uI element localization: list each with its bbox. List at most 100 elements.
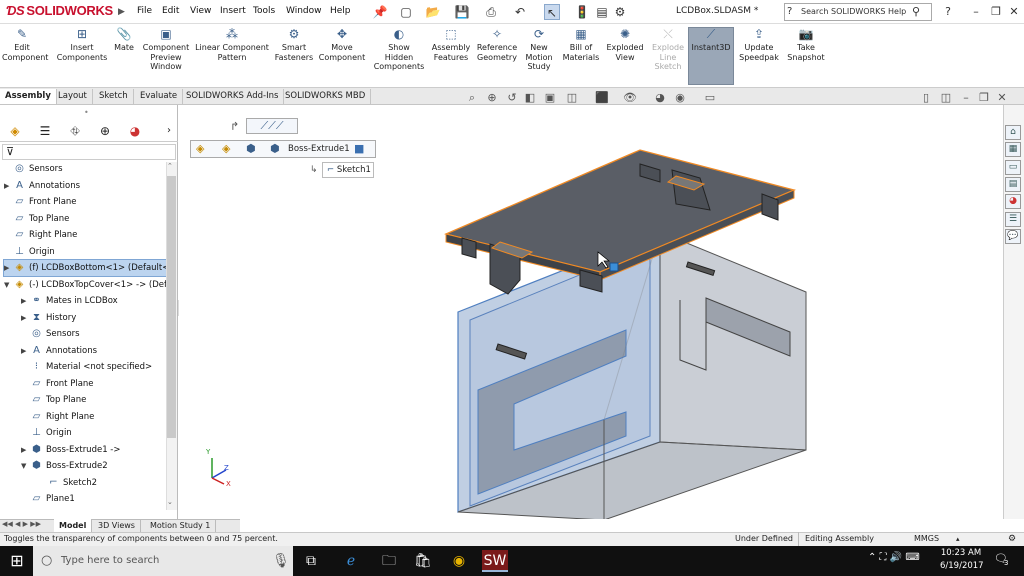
tree-item[interactable]: ▶ ⚭ Mates in LCDBox <box>21 293 166 309</box>
move-component-button[interactable]: ✥ Move Component <box>316 28 368 62</box>
print-icon[interactable]: ⎙ <box>483 4 499 20</box>
tray-icons[interactable]: ⌃ ⛶ 🔊 ⌨ <box>868 552 920 563</box>
home-icon[interactable]: ⌂ <box>1005 125 1021 140</box>
windows-start-icon[interactable]: ⊞ <box>4 550 30 572</box>
tree-item[interactable]: ▼ ◈ (-) LCDBoxTopCover<1> -> (Def <box>4 277 166 293</box>
expand-toggle-icon[interactable]: ▶ <box>21 310 30 326</box>
appearances-icon[interactable]: ◕ <box>1005 194 1021 209</box>
context-toolbar-arrow-icon[interactable]: ↱ <box>230 120 239 133</box>
component-preview-button[interactable]: ▣ Component Preview Window <box>140 28 192 72</box>
undo-icon[interactable]: ↶ <box>512 4 528 20</box>
help-menu-icon[interactable]: ? <box>940 4 956 20</box>
customize-status-icon[interactable]: ⚙ <box>1008 533 1016 545</box>
expand-toggle-icon[interactable]: ▶ <box>21 343 30 359</box>
take-snapshot-button[interactable]: 📷 Take Snapshot <box>784 28 828 62</box>
logo-menu-arrow-icon[interactable]: ▶ <box>118 7 125 17</box>
expand-toggle-icon[interactable]: ▼ <box>21 458 30 474</box>
tree-item[interactable]: ▶ ⧗ History <box>21 310 166 326</box>
breadcrumb-sketch[interactable]: ⌐ Sketch1 <box>322 162 374 178</box>
zoom-area-icon[interactable]: ⊕ <box>484 92 500 104</box>
forum-icon[interactable]: 💬 <box>1005 229 1021 244</box>
file-properties-icon[interactable]: ▤ <box>594 4 610 20</box>
tree-item[interactable]: ▱ Right Plane <box>21 409 166 425</box>
assembly-features-button[interactable]: ⬚ Assembly Features <box>428 28 474 62</box>
edge-browser-icon[interactable]: ℯ <box>338 550 364 572</box>
mate-button[interactable]: 📎 Mate <box>112 28 136 53</box>
viewport-minimize-icon[interactable]: – <box>958 92 974 104</box>
graphics-viewport[interactable]: Y Z X <box>179 105 1003 521</box>
minimize-window-icon[interactable]: – <box>968 4 984 20</box>
task-view-icon[interactable]: ⧉ <box>298 550 324 572</box>
scroll-up-icon[interactable]: ⌃ <box>167 162 173 170</box>
tab-layout[interactable]: Layout <box>53 89 93 104</box>
bill-of-materials-button[interactable]: ▦ Bill of Materials <box>560 28 602 62</box>
expand-toggle-icon[interactable]: ▶ <box>21 442 30 458</box>
tree-item[interactable]: ▱ Plane1 <box>21 491 166 507</box>
property-manager-tab-icon[interactable]: ☰ <box>36 123 54 139</box>
tree-item[interactable]: ▱ Top Plane <box>4 211 166 227</box>
reference-geometry-button[interactable]: ✧ Reference Geometry <box>474 28 520 62</box>
tree-item[interactable]: ⊥ Origin <box>21 425 166 441</box>
taskbar-search-box[interactable]: ○ Type here to search <box>33 546 293 576</box>
menu-tools[interactable]: Tools <box>253 6 275 16</box>
scroll-down-icon[interactable]: ⌄ <box>167 498 173 506</box>
solidworks-logo[interactable]: ƊS SOLIDWORKS <box>6 3 113 18</box>
previous-view-icon[interactable]: ↺ <box>504 92 520 104</box>
view-palette-icon[interactable]: ▤ <box>1005 177 1021 192</box>
clock-date[interactable]: 6/19/2017 <box>940 561 984 571</box>
tree-item[interactable]: ◎ Sensors <box>4 161 166 177</box>
tab-scroll-arrows-icon[interactable]: ◀◀ ◀ ▶ ▶▶ <box>2 520 41 528</box>
display-manager-tab-icon[interactable]: ◕ <box>126 123 144 139</box>
breadcrumb-assembly-icon[interactable]: ◈ <box>196 141 204 157</box>
breadcrumb-part-icon[interactable]: ◈ <box>222 141 230 157</box>
smart-fasteners-button[interactable]: ⚙ Smart Fasteners <box>272 28 316 62</box>
rebuild-icon[interactable]: 🚦 <box>574 4 590 20</box>
breadcrumb-feature-label[interactable]: Boss-Extrude1 <box>288 141 350 157</box>
update-speedpak-button[interactable]: ⇪ Update Speedpak <box>736 28 782 62</box>
units-dropdown-icon[interactable]: ▴ <box>956 532 960 546</box>
tab-solidworks-add-ins[interactable]: SOLIDWORKS Add-Ins <box>181 89 285 104</box>
menu-window[interactable]: Window <box>286 6 322 16</box>
exploded-view-button[interactable]: ✺ Exploded View <box>602 28 648 62</box>
configuration-manager-tab-icon[interactable]: ⛗ <box>66 123 84 139</box>
tree-item[interactable]: ▶ ⬢ Boss-Extrude1 -> <box>21 442 166 458</box>
tab-assembly[interactable]: Assembly <box>0 89 57 104</box>
tab-solidworks-mbd[interactable]: SOLIDWORKS MBD <box>280 89 372 104</box>
view-orientation-icon[interactable]: ◫ <box>564 92 580 104</box>
tab-sketch[interactable]: Sketch <box>94 89 134 104</box>
chrome-icon[interactable]: ◉ <box>446 550 472 572</box>
expand-toggle-icon[interactable]: ▼ <box>4 277 13 293</box>
edit-appearance-icon[interactable]: ◕ <box>652 92 668 104</box>
view-settings-icon[interactable]: ▭ <box>702 92 718 104</box>
context-toolbar[interactable]: ⟋⟋⟋ <box>246 118 298 134</box>
tree-item[interactable]: ▱ Top Plane <box>21 392 166 408</box>
edit-component-button[interactable]: ✎ Edit Component <box>2 28 48 62</box>
hide-show-items-icon[interactable]: 👁 <box>622 92 638 104</box>
show-hidden-button[interactable]: ◐ Show Hidden Components <box>372 28 426 72</box>
panel-collapse-dot-icon[interactable]: • <box>84 108 89 117</box>
breadcrumb-feature-icon[interactable]: ⬢ <box>270 141 280 157</box>
viewport-tile-icon[interactable]: ▯ <box>918 92 934 104</box>
menu-view[interactable]: View <box>190 6 211 16</box>
tree-item[interactable]: ▶ A Annotations <box>21 343 166 359</box>
tab-evaluate[interactable]: Evaluate <box>135 89 184 104</box>
custom-properties-icon[interactable]: ☰ <box>1005 212 1021 227</box>
tree-item[interactable]: ▱ Front Plane <box>4 194 166 210</box>
expand-toggle-icon[interactable]: ▶ <box>4 260 13 276</box>
clock-time[interactable]: 10:23 AM <box>940 548 982 558</box>
menu-help[interactable]: Help <box>330 6 351 16</box>
instant3d-button[interactable]: ⟋ Instant3D <box>688 28 734 53</box>
tree-scrollbar-thumb[interactable] <box>167 176 176 438</box>
file-explorer-icon[interactable]: ▭ <box>1005 160 1021 175</box>
menu-edit[interactable]: Edit <box>162 6 179 16</box>
bottom-tab-model[interactable]: Model <box>54 519 93 532</box>
menu-file[interactable]: File <box>137 6 152 16</box>
tree-item[interactable]: ▶ A Annotations <box>4 178 166 194</box>
select-cursor-icon[interactable]: ↖ <box>544 4 560 20</box>
expand-toggle-icon[interactable]: ▶ <box>4 178 13 194</box>
pin-menu-icon[interactable]: 📌 <box>372 4 388 20</box>
resources-icon[interactable]: ▦ <box>1005 142 1021 157</box>
explode-line-sketch-button[interactable]: ⤬ Explode Line Sketch <box>650 28 686 72</box>
scenes-icon[interactable]: ◉ <box>672 92 688 104</box>
save-icon[interactable]: 💾 <box>454 4 470 20</box>
